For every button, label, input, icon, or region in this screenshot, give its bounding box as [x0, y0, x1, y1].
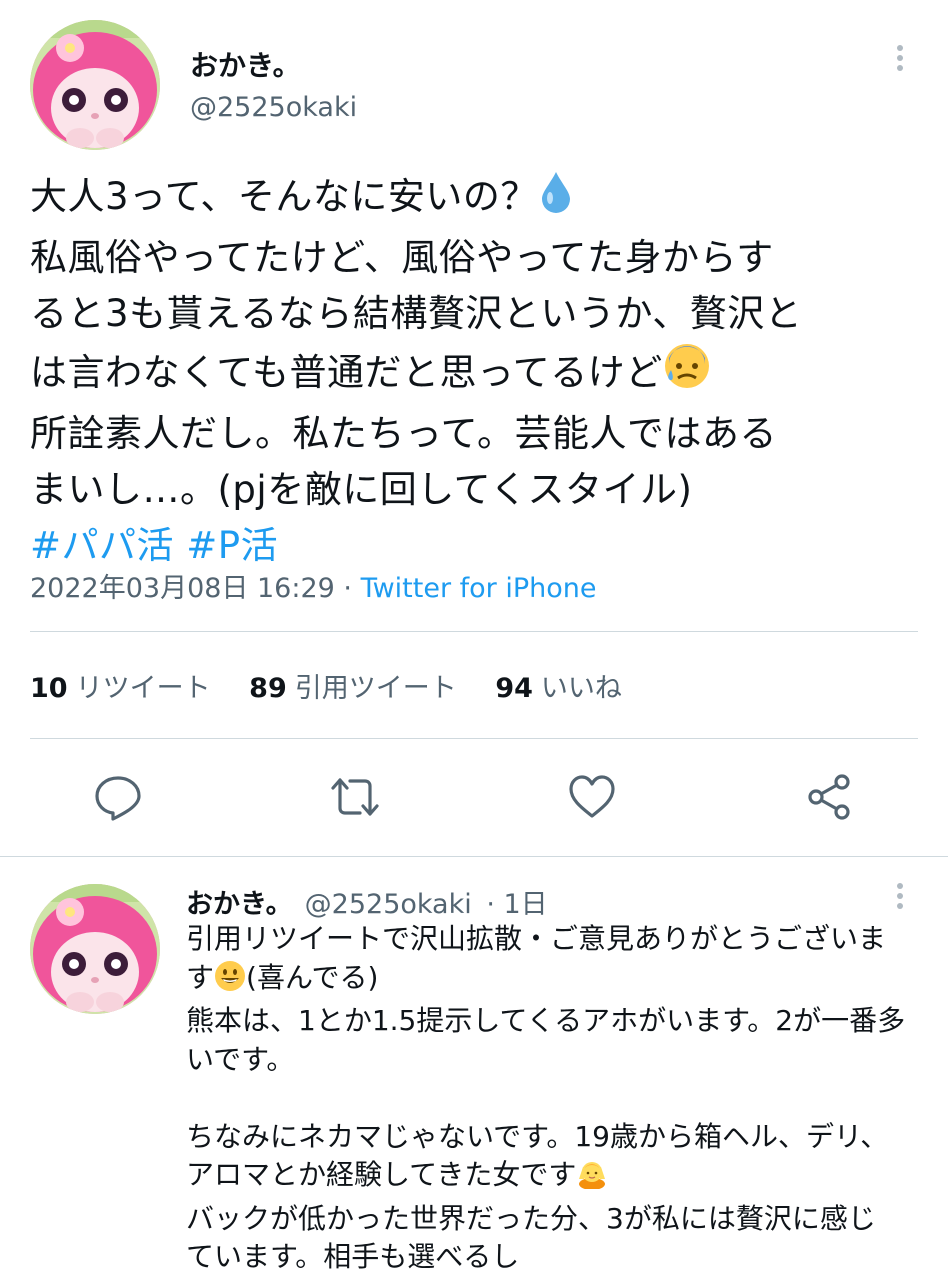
smiley-emoji-icon — [214, 960, 246, 1003]
share-button[interactable] — [804, 772, 854, 822]
tweet-source-link[interactable]: Twitter for iPhone — [361, 573, 597, 604]
likes-count: 94 — [495, 673, 533, 704]
divider — [30, 631, 918, 632]
divider — [30, 738, 918, 739]
tweet-text: 大人3って、そんなに安いの？ 私風俗やってたけど、風俗やってた身からす ると3も… — [30, 168, 920, 574]
tweet-text-line: ると3も貰えるなら結構贅沢というか、贅沢と — [30, 292, 803, 335]
reply-text-line: す — [186, 960, 215, 994]
tweet-text-line: 大人3って、そんなに安いの？ — [30, 175, 538, 218]
droplet-emoji-icon — [538, 168, 574, 230]
reply-handle[interactable]: @2525okaki — [305, 889, 472, 920]
tweet-text-line: 私風俗やってたけど、風俗やってた身からす — [30, 236, 774, 279]
tweet-meta: 2022年03月08日 16:29 · Twitter for iPhone — [30, 566, 597, 605]
more-options-icon[interactable] — [888, 42, 912, 78]
reply-text-line: アロマとか経験してきた女です — [186, 1158, 577, 1191]
hashtag-link[interactable]: #P活 — [186, 524, 278, 567]
quotes-stat[interactable]: 89 引用ツイート — [249, 666, 457, 705]
anxious-sweat-emoji-icon — [663, 342, 711, 406]
reply-text-line: 熊本は、1とか1.5提示してくるアホがいます。2が一番多 — [186, 1004, 906, 1037]
section-separator — [0, 856, 948, 857]
reply-text-line: 引用リツイートで沢山拡散・ご意見ありがとうございま — [186, 922, 887, 955]
avatar-character-icon — [30, 20, 160, 150]
reply-header: おかき。 @2525okaki · 1日 — [186, 882, 548, 921]
author-avatar[interactable] — [30, 20, 160, 150]
likes-label: いいね — [540, 673, 622, 704]
reply-text-line: いです。 — [186, 1042, 295, 1076]
like-button[interactable] — [567, 772, 617, 822]
retweet-icon — [331, 778, 379, 816]
reply-author-avatar[interactable] — [30, 884, 160, 1014]
tweet-text-line: は言わなくても普通だと思ってるけど — [30, 351, 663, 394]
person-raising-hand-emoji-icon — [576, 1157, 608, 1200]
tweet-detail-page: おかき。 @2525okaki 大人3って、そんなに安いの？ 私風俗やってたけど… — [0, 0, 948, 1280]
share-icon — [808, 774, 850, 820]
retweets-count: 10 — [30, 673, 68, 704]
main-tweet: おかき。 @2525okaki 大人3って、そんなに安いの？ 私風俗やってたけど… — [0, 0, 948, 856]
reply-time[interactable]: · 1日 — [486, 889, 547, 920]
retweets-label: リツイート — [75, 673, 211, 704]
hashtag-link[interactable]: #パパ活 — [30, 524, 174, 567]
avatar-character-icon — [30, 884, 160, 1014]
reply-icon — [95, 776, 141, 821]
reply-more-options-icon[interactable] — [888, 880, 912, 916]
reply-display-name[interactable]: おかき。 — [186, 889, 293, 920]
author-handle[interactable]: @2525okaki — [190, 92, 357, 123]
tweet-timestamp[interactable]: 2022年03月08日 16:29 — [30, 573, 335, 604]
reply-button[interactable] — [93, 772, 143, 822]
reply-text-line: バックが低かった世界だった分、3が私には贅沢に感じ — [186, 1201, 876, 1235]
likes-stat[interactable]: 94 いいね — [495, 666, 622, 705]
reply-text-line: ちなみにネカマじゃないです。19歳から箱ヘル、デリ、 — [186, 1119, 889, 1153]
author-display-name[interactable]: おかき。 — [190, 44, 301, 84]
quotes-label: 引用ツイート — [294, 673, 457, 704]
reply-text-line — [186, 1079, 926, 1118]
retweet-button[interactable] — [330, 772, 380, 822]
reply-text-line: (喜んでる) — [246, 960, 379, 994]
quotes-count: 89 — [249, 673, 287, 704]
tweet-text-line: 所詮素人だし。私たちって。芸能人ではある — [30, 412, 778, 455]
tweet-text-line: まいし…。(pjを敵に回してくスタイル) — [30, 468, 693, 511]
reply-text-line: ています。相手も選べるし — [186, 1240, 520, 1273]
like-icon — [569, 775, 615, 818]
meta-separator: · — [334, 573, 361, 604]
retweets-stat[interactable]: 10 リツイート — [30, 666, 211, 705]
reply-text: 引用リツイートで沢山拡散・ご意見ありがとうございま す (喜んでる) 熊本は、1と… — [186, 920, 926, 1277]
tweet-stats: 10 リツイート 89 引用ツイート 94 いいね — [30, 666, 652, 705]
